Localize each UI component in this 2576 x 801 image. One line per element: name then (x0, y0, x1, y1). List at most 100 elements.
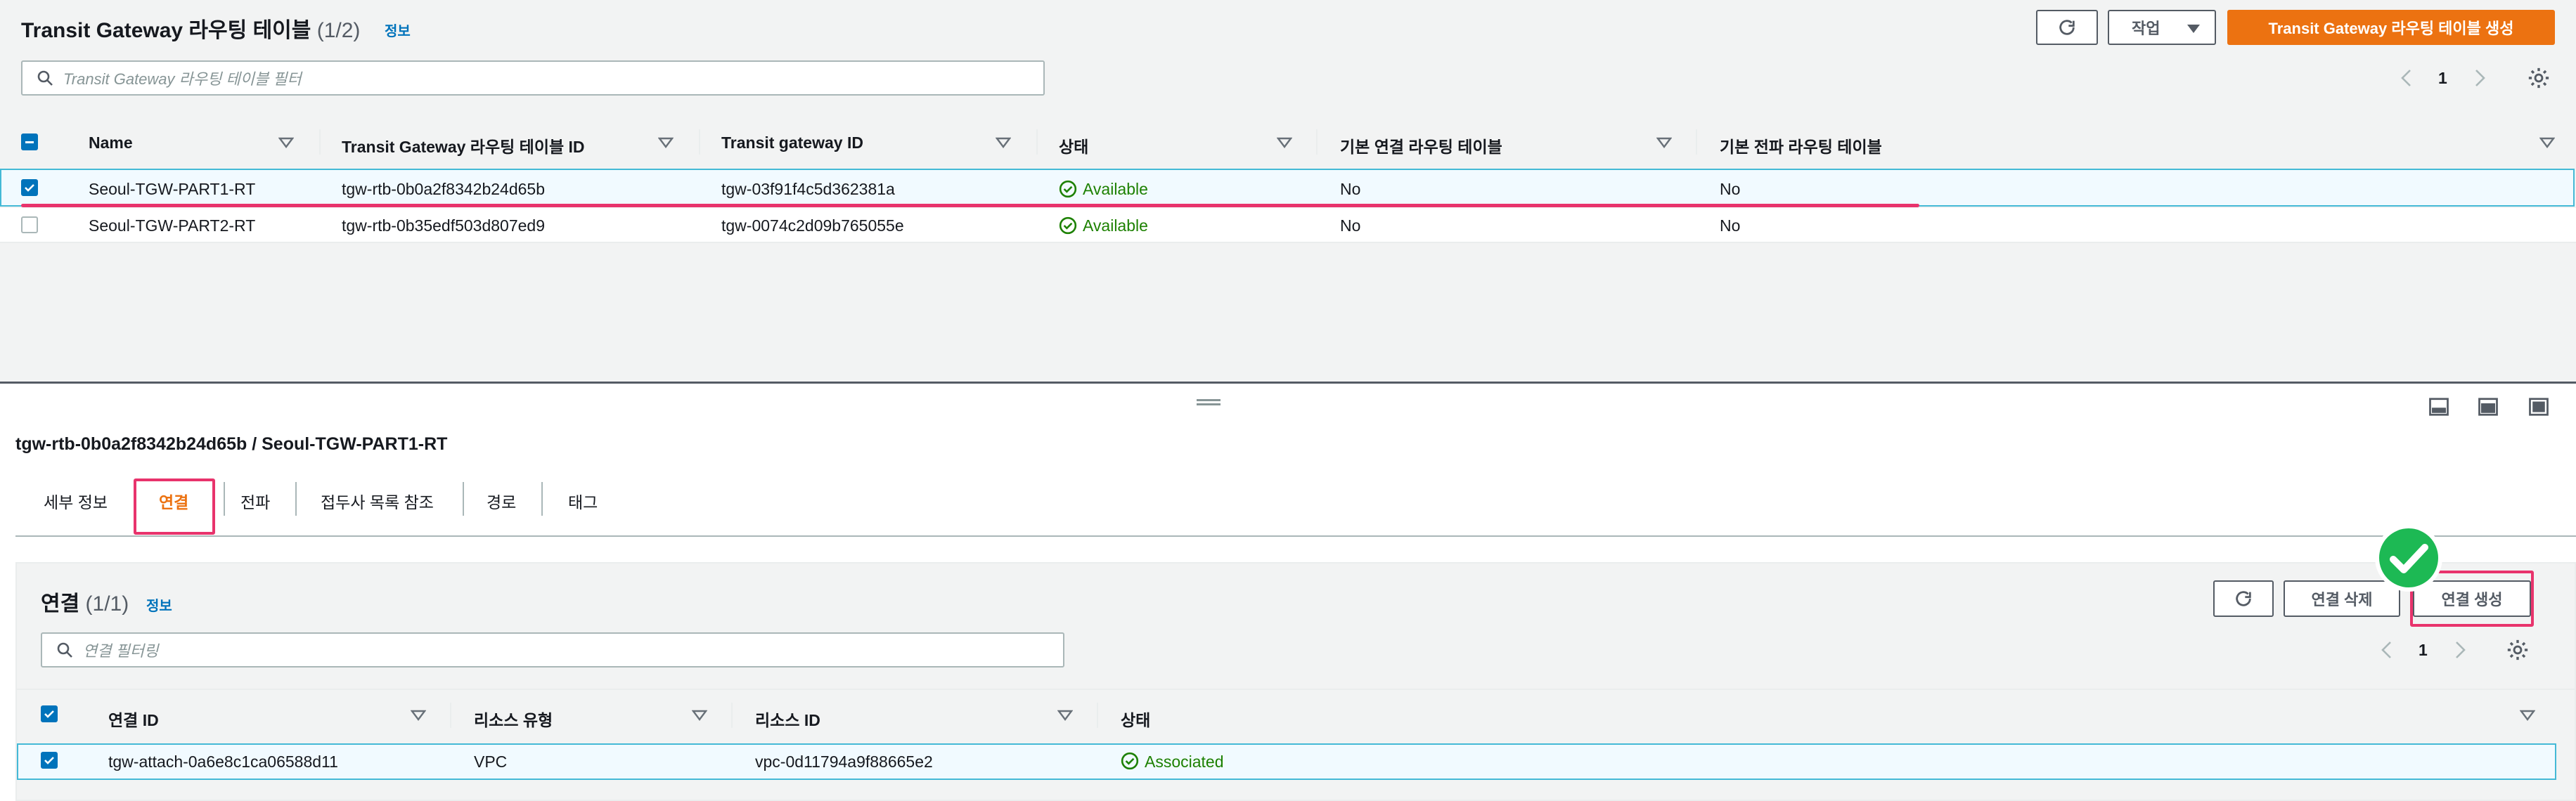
search-icon (37, 70, 53, 86)
tab-details[interactable]: 세부 정보 (44, 489, 108, 513)
column-header-resource-id[interactable]: 리소스 ID (755, 707, 820, 731)
column-header-status[interactable]: 상태 (1059, 134, 1088, 157)
status-ok-icon (1121, 752, 1139, 770)
row-default-prop: No (1720, 216, 1741, 235)
sort-icon[interactable] (278, 137, 294, 148)
column-header-rtb-id[interactable]: Transit Gateway 라우팅 테이블 ID (342, 134, 585, 157)
sort-icon[interactable] (996, 137, 1011, 148)
row-status: Available (1083, 180, 1148, 198)
drag-handle-line (1197, 403, 1221, 405)
column-divider (319, 129, 321, 155)
settings-gear-icon[interactable] (2506, 638, 2530, 662)
row-rtb-id-link[interactable]: tgw-rtb-0b35edf503d807ed9 (342, 216, 545, 235)
sort-icon[interactable] (2539, 137, 2555, 148)
tab-highlight-box (134, 478, 215, 535)
column-header-name[interactable]: Name (89, 134, 133, 152)
search-placeholder: 연결 필터링 (83, 642, 159, 660)
row-status: Available (1083, 216, 1148, 235)
split-panel-divider[interactable] (0, 382, 2576, 384)
row-attach-id-link[interactable]: tgw-attach-0a6e8c1ca06588d11 (108, 753, 338, 771)
refresh-icon (2059, 20, 2075, 35)
check-icon (25, 184, 34, 192)
detail-heading: tgw-rtb-0b0a2f8342b24d65b / Seoul-TGW-PA… (15, 434, 448, 454)
table-top-border (17, 689, 2575, 690)
row-name: Seoul-TGW-PART2-RT (89, 216, 256, 235)
tab-prefix-list-references[interactable]: 접두사 목록 참조 (321, 489, 434, 513)
actions-label: 작업 (2132, 20, 2160, 37)
route-table-search[interactable]: Transit Gateway 라우팅 테이블 필터 (21, 60, 1045, 96)
page-title-text: Transit Gateway 라우팅 테이블 (21, 19, 311, 42)
next-page-icon[interactable] (2475, 69, 2486, 87)
next-page-icon[interactable] (2455, 641, 2466, 659)
tab-propagations[interactable]: 전파 (240, 489, 270, 513)
sort-icon[interactable] (2520, 710, 2535, 721)
column-header-status[interactable]: 상태 (1121, 707, 1150, 731)
row-default-prop: No (1720, 180, 1741, 198)
row-name: Seoul-TGW-PART1-RT (89, 180, 256, 198)
tab-routes[interactable]: 경로 (487, 489, 516, 513)
settings-gear-icon[interactable] (2527, 66, 2551, 90)
panel-side-icon[interactable] (2478, 396, 2499, 417)
column-header-tgw-id[interactable]: Transit gateway ID (721, 134, 863, 152)
select-all-checkbox[interactable] (41, 705, 58, 722)
column-divider (699, 129, 700, 155)
search-icon (57, 642, 72, 658)
row-resource-type: VPC (474, 753, 508, 771)
row-status: Associated (1145, 753, 1224, 771)
tabs-underline (15, 535, 2576, 537)
association-search[interactable]: 연결 필터링 (41, 632, 1064, 668)
associations-title: 연결 (1/1) (41, 586, 129, 617)
tab-divider (295, 482, 297, 516)
associations-count: (1/1) (85, 592, 129, 616)
info-link[interactable]: 정보 (385, 20, 411, 40)
refresh-button[interactable] (2036, 10, 2098, 45)
column-header-resource-type[interactable]: 리소스 유형 (474, 707, 553, 731)
table-row[interactable] (17, 743, 2556, 780)
row-checkbox[interactable] (41, 752, 58, 769)
associations-title-text: 연결 (41, 592, 80, 616)
sort-icon[interactable] (411, 710, 426, 721)
row-checkbox[interactable] (21, 216, 38, 233)
select-all-checkbox[interactable] (21, 134, 38, 150)
route-tables-panel: Transit Gateway 라우팅 테이블 (1/2) 정보 작업 Tran… (0, 0, 2576, 382)
row-resource-id-link[interactable]: vpc-0d11794a9f88665e2 (755, 753, 933, 771)
panel-bottom-icon[interactable] (2428, 396, 2449, 417)
column-divider (731, 703, 733, 728)
status-ok-icon (1059, 216, 1077, 235)
search-placeholder: Transit Gateway 라우팅 테이블 필터 (63, 70, 302, 88)
refresh-button[interactable] (2213, 580, 2274, 617)
tab-divider (541, 482, 543, 516)
create-route-table-button[interactable]: Transit Gateway 라우팅 테이블 생성 (2227, 10, 2555, 45)
column-divider (450, 703, 451, 728)
drag-handle-icon[interactable] (1197, 399, 1221, 401)
row-checkbox[interactable] (21, 179, 38, 196)
highlight-underline (21, 204, 1919, 207)
info-link[interactable]: 정보 (146, 594, 172, 615)
column-header-attach-id[interactable]: 연결 ID (108, 707, 159, 731)
column-header-default-assoc[interactable]: 기본 연결 라우팅 테이블 (1340, 134, 1502, 157)
tab-divider (463, 482, 464, 516)
refresh-icon (2236, 591, 2251, 606)
caret-down-icon (2187, 25, 2200, 33)
selection-count: (1/2) (316, 19, 361, 42)
column-divider (1036, 129, 1038, 155)
prev-page-icon[interactable] (2381, 641, 2392, 659)
sort-icon[interactable] (1057, 710, 1073, 721)
actions-dropdown[interactable]: 작업 (2108, 10, 2216, 45)
prev-page-icon[interactable] (2400, 69, 2411, 87)
row-tgw-id-link[interactable]: tgw-0074c2d09b765055e (721, 216, 904, 235)
sort-icon[interactable] (658, 137, 674, 148)
row-tgw-id-link[interactable]: tgw-03f91f4c5d362381a (721, 180, 895, 199)
column-divider (1097, 703, 1098, 728)
sort-icon[interactable] (1277, 137, 1292, 148)
sort-icon[interactable] (692, 710, 707, 721)
sort-icon[interactable] (1656, 137, 1672, 148)
row-rtb-id-link[interactable]: tgw-rtb-0b0a2f8342b24d65b (342, 180, 545, 199)
tab-tags[interactable]: 태그 (568, 489, 598, 513)
column-header-default-prop[interactable]: 기본 전파 라우팅 테이블 (1720, 134, 1882, 157)
page-number[interactable]: 1 (2438, 69, 2447, 88)
panel-full-icon[interactable] (2528, 396, 2549, 417)
row-default-assoc: No (1340, 216, 1361, 235)
page-number[interactable]: 1 (2419, 641, 2428, 660)
page-title: Transit Gateway 라우팅 테이블 (1/2) (21, 13, 360, 44)
